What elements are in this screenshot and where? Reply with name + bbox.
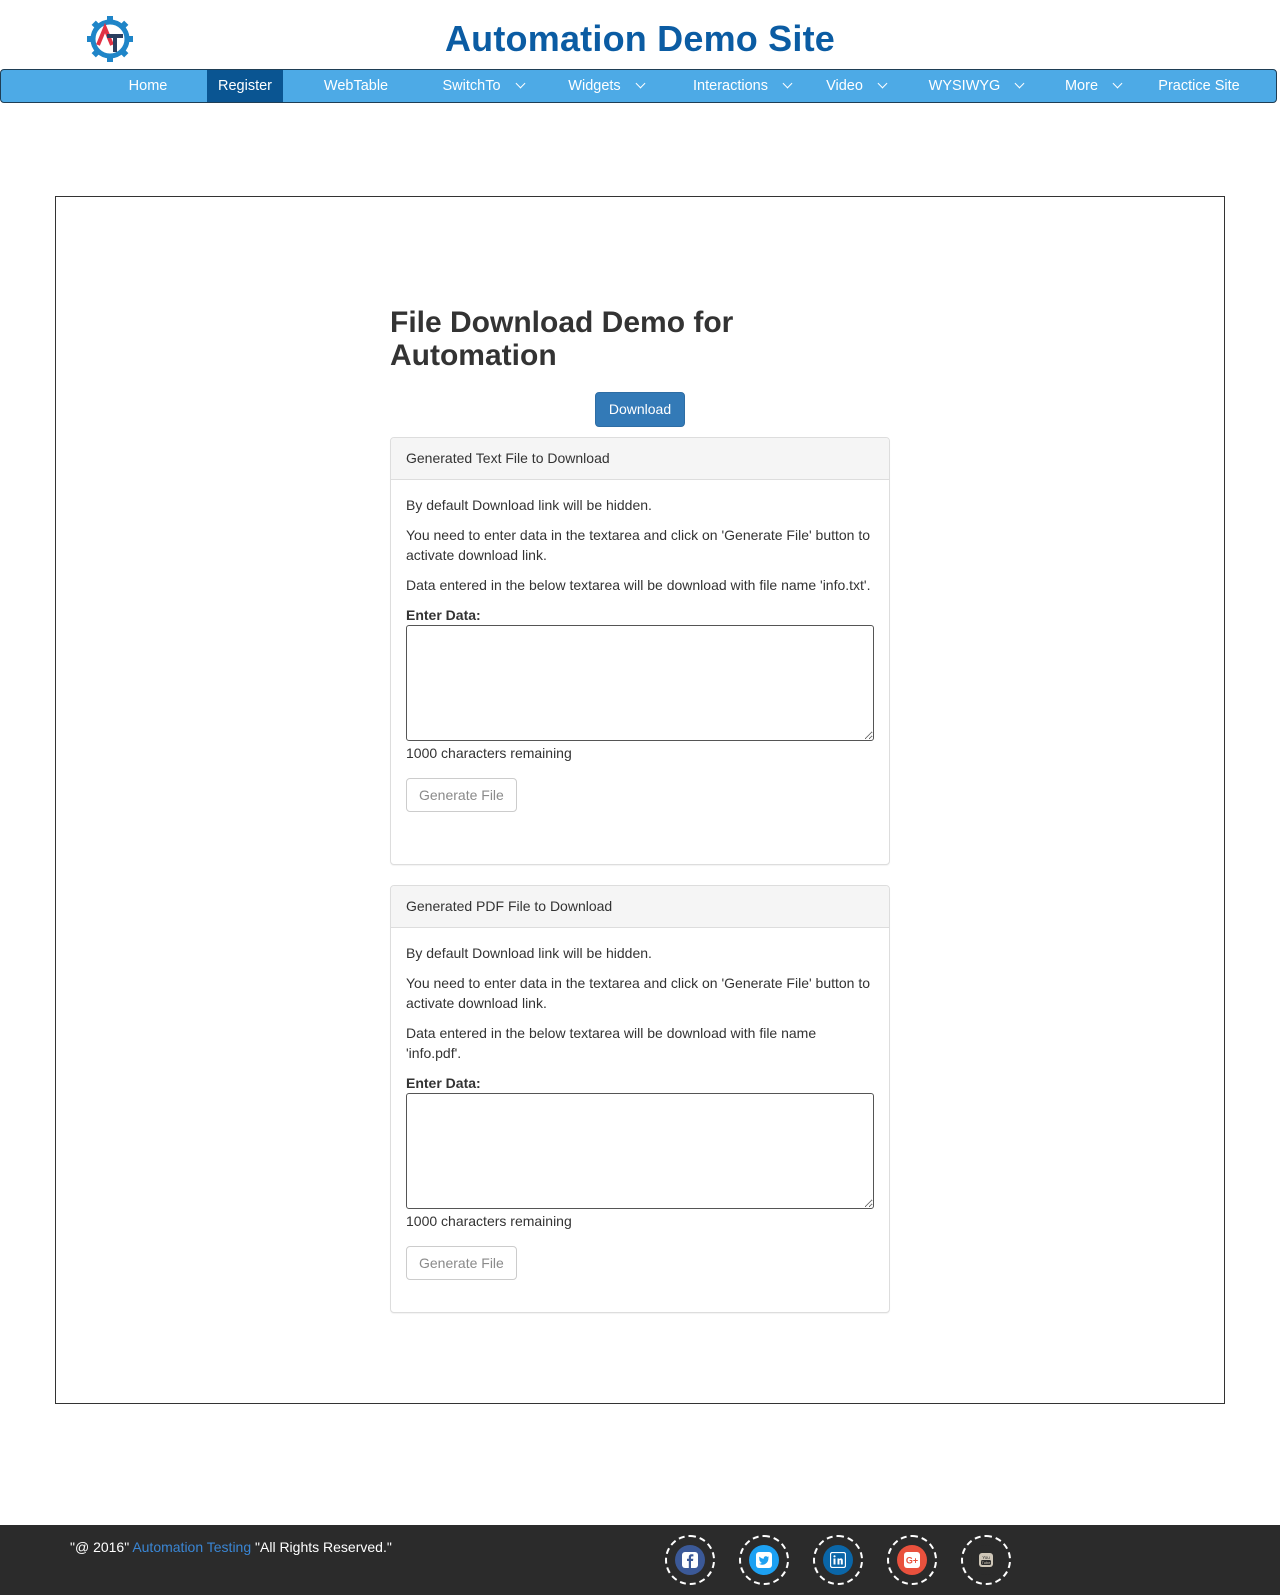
generate-pdf-file-button[interactable]: Generate File (406, 1246, 517, 1280)
chevron-down-icon (515, 78, 525, 89)
info-text: You need to enter data in the textarea a… (406, 527, 871, 563)
text-file-panel: Generated Text File to Download By defau… (390, 437, 890, 865)
nav-item-home[interactable]: Home (113, 70, 183, 102)
google-plus-icon: G+ (897, 1545, 927, 1575)
characters-remaining: 1000 characters remaining (406, 1213, 572, 1229)
automation-testing-link[interactable]: Automation Testing (132, 1539, 251, 1555)
youtube-icon: You Tube (971, 1545, 1001, 1575)
nav-item-wysiwyg[interactable]: WYSIWYG (921, 70, 1031, 102)
chevron-down-icon (782, 78, 793, 89)
info-text: You need to enter data in the textarea a… (406, 975, 871, 1011)
info-text: Data entered in the below textarea will … (406, 577, 871, 593)
main-navbar: Home Register WebTable SwitchTo Widgets … (0, 69, 1277, 103)
generate-text-file-button[interactable]: Generate File (406, 778, 517, 812)
facebook-link[interactable] (665, 1535, 715, 1585)
google-plus-link[interactable]: G+ (887, 1535, 937, 1585)
info-text: By default Download link will be hidden. (406, 497, 652, 513)
nav-item-practice-site[interactable]: Practice Site (1149, 70, 1249, 102)
svg-text:G+: G+ (906, 1556, 918, 1566)
text-data-textarea[interactable] (406, 625, 874, 741)
linkedin-icon (823, 1545, 853, 1575)
nav-item-video[interactable]: Video (816, 70, 896, 102)
svg-text:Tube: Tube (982, 1560, 992, 1565)
characters-remaining: 1000 characters remaining (406, 745, 572, 761)
chevron-down-icon (1112, 78, 1123, 89)
copyright-text: "@ 2016" Automation Testing "All Rights … (70, 1539, 392, 1555)
panel-heading: Generated PDF File to Download (391, 886, 889, 928)
linkedin-link[interactable] (813, 1535, 863, 1585)
copyright-prefix: "@ 2016" (70, 1539, 130, 1555)
nav-item-register[interactable]: Register (207, 70, 283, 102)
facebook-icon (675, 1545, 705, 1575)
pdf-file-panel: Generated PDF File to Download By defaul… (390, 885, 890, 1313)
nav-item-interactions[interactable]: Interactions (677, 70, 807, 102)
nav-item-more[interactable]: More (1053, 70, 1133, 102)
panel-body: By default Download link will be hidden.… (391, 928, 889, 1295)
pdf-data-textarea[interactable] (406, 1093, 874, 1209)
twitter-link[interactable] (739, 1535, 789, 1585)
youtube-link[interactable]: You Tube (961, 1535, 1011, 1585)
info-text: By default Download link will be hidden. (406, 945, 652, 961)
download-button[interactable]: Download (595, 392, 685, 427)
panel-heading: Generated Text File to Download (391, 438, 889, 480)
twitter-icon (749, 1545, 779, 1575)
site-header: Automation Demo Site (0, 0, 1280, 70)
site-title: Automation Demo Site (444, 18, 835, 59)
nav-item-widgets[interactable]: Widgets (556, 70, 656, 102)
chevron-down-icon (1014, 78, 1025, 89)
panel-body: By default Download link will be hidden.… (391, 480, 889, 827)
nav-item-webtable[interactable]: WebTable (311, 70, 401, 102)
page-title: File Download Demo for Automation (390, 306, 734, 372)
enter-data-label: Enter Data: (406, 1075, 481, 1091)
chevron-down-icon (635, 78, 646, 89)
copyright-suffix: "All Rights Reserved." (255, 1539, 392, 1555)
chevron-down-icon (877, 78, 888, 89)
nav-item-switchto[interactable]: SwitchTo (433, 70, 533, 102)
site-footer: "@ 2016" Automation Testing "All Rights … (0, 1525, 1280, 1595)
enter-data-label: Enter Data: (406, 607, 481, 623)
info-text: Data entered in the below textarea will … (406, 1025, 817, 1061)
